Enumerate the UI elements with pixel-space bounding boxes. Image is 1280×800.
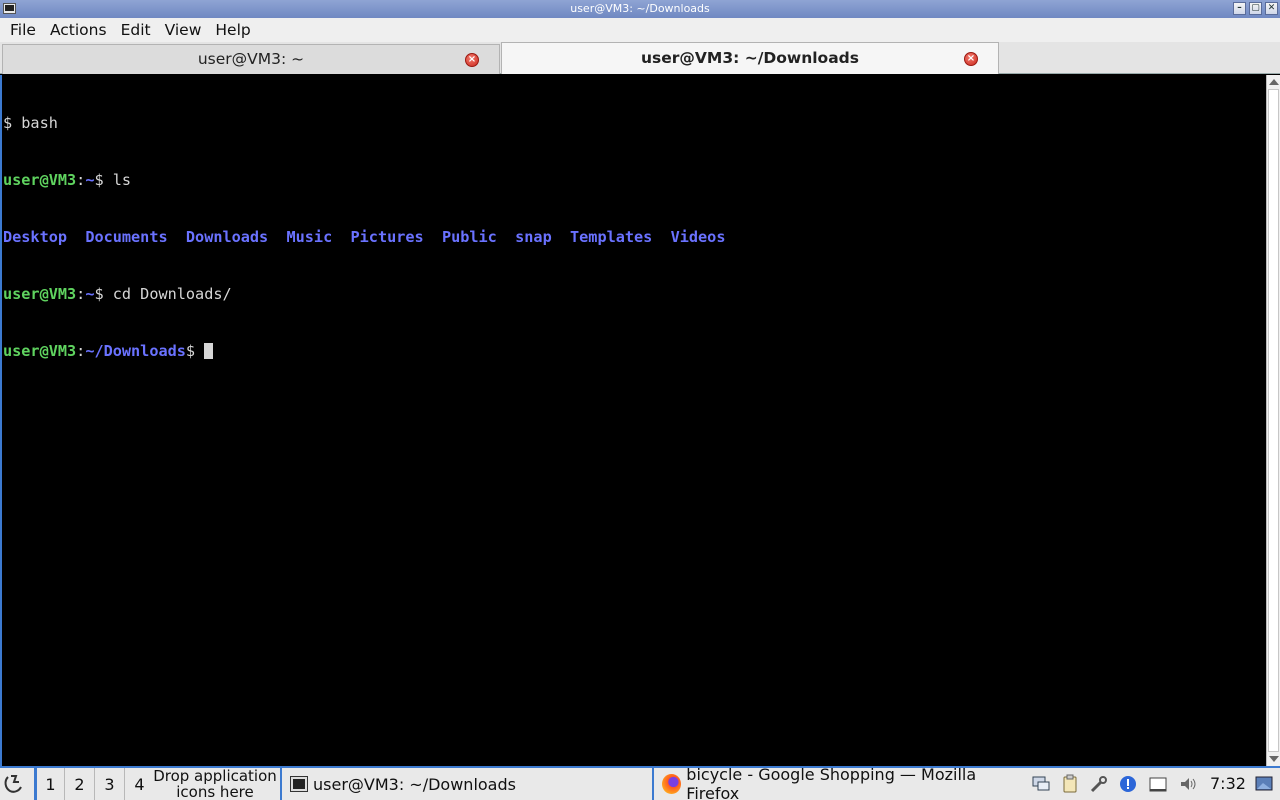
terminal-icon — [290, 776, 308, 792]
task-label: user@VM3: ~/Downloads — [313, 774, 516, 794]
workspace-label: 1 — [45, 774, 56, 794]
firefox-icon — [662, 774, 682, 794]
dropzone-text: icons here — [176, 783, 254, 800]
terminal-app-icon[interactable] — [3, 3, 16, 14]
tab-bar: user@VM3: ~ × user@VM3: ~/Downloads × — [0, 42, 1280, 74]
dir-entry: Templates — [570, 228, 653, 246]
network-icon[interactable] — [1031, 774, 1051, 794]
tab-label: user@VM3: ~ — [197, 50, 305, 68]
show-desktop-icon[interactable] — [1254, 774, 1274, 794]
tab-close-icon[interactable]: × — [465, 53, 479, 67]
close-window-button[interactable]: ✕ — [1265, 2, 1278, 15]
start-menu-button[interactable] — [2, 768, 28, 800]
prompt-user: user@VM3 — [3, 285, 77, 303]
ls-output-line: Desktop Documents Downloads Music Pictur… — [3, 228, 1266, 247]
command-text: $ — [185, 342, 205, 360]
dir-entry: Music — [286, 228, 333, 246]
battery-icon[interactable] — [1148, 774, 1168, 794]
terminal-line: user@VM3:~$ ls — [3, 171, 132, 189]
tab-downloads[interactable]: user@VM3: ~/Downloads × — [501, 42, 999, 74]
tab-label: user@VM3: ~/Downloads — [641, 49, 859, 67]
scroll-down-arrow-icon[interactable] — [1269, 756, 1279, 762]
scrollbar-thumb[interactable] — [1268, 89, 1279, 752]
tab-close-icon[interactable]: × — [964, 52, 978, 66]
dir-entry: Public — [441, 228, 497, 246]
minimize-button[interactable]: – — [1233, 2, 1246, 15]
terminal-scrollbar[interactable] — [1266, 75, 1280, 766]
dir-entry: Videos — [670, 228, 726, 246]
prompt-path: ~/Downloads — [85, 342, 186, 360]
menu-bar: File Actions Edit View Help — [0, 18, 1280, 42]
workspace-label: 3 — [104, 774, 115, 794]
window-titlebar[interactable]: user@VM3: ~/Downloads – ▢ ✕ — [0, 0, 1280, 18]
workspace-1[interactable]: 1 — [34, 768, 64, 800]
taskbar: 1 2 3 4 Drop application icons here user… — [0, 765, 1280, 800]
dir-entry: Downloads — [185, 228, 269, 246]
workspace-label: 2 — [74, 774, 85, 794]
menu-file[interactable]: File — [3, 21, 43, 39]
terminal-line: $ bash — [3, 114, 1266, 133]
menu-actions[interactable]: Actions — [43, 21, 114, 39]
task-firefox[interactable]: bicycle - Google Shopping — Mozilla Fire… — [652, 765, 1022, 800]
clock[interactable]: 7:32 — [1210, 768, 1246, 800]
tab-home[interactable]: user@VM3: ~ × — [2, 44, 500, 74]
maximize-button[interactable]: ▢ — [1249, 2, 1262, 15]
workspace-label: 4 — [134, 774, 145, 794]
terminal-line: user@VM3:~/Downloads$ — [3, 342, 1266, 361]
menu-view[interactable]: View — [158, 21, 209, 39]
menu-edit[interactable]: Edit — [114, 21, 158, 39]
command-text: $ ls — [94, 171, 132, 189]
window-title: user@VM3: ~/Downloads — [570, 2, 710, 15]
workspace-2[interactable]: 2 — [64, 768, 94, 800]
prompt-user: user@VM3 — [3, 342, 77, 360]
workspace-4[interactable]: 4 — [124, 768, 154, 800]
dir-entry: Pictures — [350, 228, 424, 246]
command-text: $ cd Downloads/ — [94, 285, 232, 303]
dir-entry: Documents — [85, 228, 168, 246]
task-terminal[interactable]: user@VM3: ~/Downloads — [280, 768, 650, 800]
terminal-output[interactable]: $ bash user@VM3:~$ ls Desktop Documents … — [0, 75, 1266, 766]
clipboard-icon[interactable] — [1060, 774, 1080, 794]
prompt-user: user@VM3 — [3, 171, 77, 189]
window-controls: – ▢ ✕ — [1233, 2, 1278, 15]
terminal-line: user@VM3:~$ cd Downloads/ — [3, 285, 232, 303]
menu-help[interactable]: Help — [208, 21, 257, 39]
workspace-3[interactable]: 3 — [94, 768, 124, 800]
scroll-up-arrow-icon[interactable] — [1269, 79, 1279, 85]
terminal-text: $ bash — [3, 114, 58, 132]
volume-icon[interactable] — [1178, 774, 1198, 794]
start-menu-icon — [4, 775, 22, 793]
notification-icon[interactable] — [1118, 774, 1138, 794]
dir-entry: Desktop — [3, 228, 68, 246]
task-label: bicycle - Google Shopping — Mozilla Fire… — [686, 765, 977, 800]
tools-icon[interactable] — [1089, 774, 1109, 794]
dir-entry: snap — [515, 228, 552, 246]
text-cursor — [204, 343, 214, 359]
quick-launch-dropzone[interactable]: Drop application icons here — [152, 768, 278, 800]
dropzone-text: Drop application — [153, 767, 277, 785]
